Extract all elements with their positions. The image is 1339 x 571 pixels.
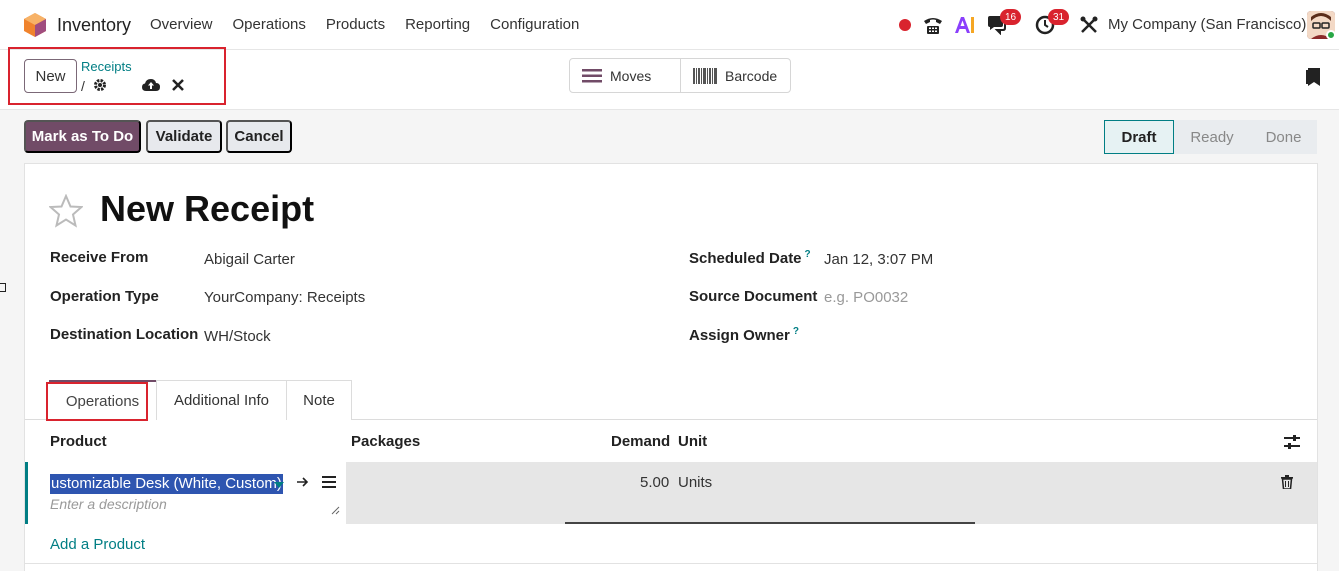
scheduled-date-label: Scheduled Date? (689, 249, 811, 267)
help-tooltip-icon[interactable]: ? (805, 249, 811, 260)
row-separator (25, 563, 1317, 564)
status-bar: Mark as To Do Validate Cancel Draft Read… (24, 120, 1317, 154)
optional-columns-icon[interactable] (1284, 434, 1300, 450)
mark-as-todo-button[interactable]: Mark as To Do (24, 120, 141, 153)
menu-reporting[interactable]: Reporting (405, 16, 470, 33)
destination-location-label: Destination Location (50, 326, 199, 343)
column-header-demand[interactable]: Demand (611, 433, 670, 450)
description-input[interactable]: Enter a description (50, 496, 167, 512)
details-menu-icon[interactable] (322, 476, 336, 488)
receive-from-field[interactable]: Abigail Carter (204, 251, 295, 268)
gear-icon[interactable] (92, 77, 108, 93)
product-input[interactable]: ustomizable Desk (White, Custom) (50, 474, 283, 494)
operation-type-label: Operation Type (50, 288, 159, 305)
menu-overview[interactable]: Overview (150, 16, 213, 33)
chat-icon[interactable]: 16 (986, 9, 1021, 37)
list-icon (582, 68, 602, 82)
breadcrumb-receipts[interactable]: Receipts (81, 59, 132, 74)
app-name[interactable]: Inventory (57, 15, 131, 36)
company-switcher[interactable]: My Company (San Francisco) (1108, 16, 1306, 33)
operation-type-field[interactable]: YourCompany: Receipts (204, 289, 365, 306)
activity-badge: 31 (1048, 9, 1069, 25)
edge-artifact (0, 283, 6, 292)
dropdown-caret-icon[interactable] (274, 482, 284, 488)
resize-handle-icon[interactable] (331, 506, 340, 515)
menu-products[interactable]: Products (326, 16, 385, 33)
inventory-app-icon[interactable] (24, 13, 46, 37)
tab-note[interactable]: Note (286, 380, 352, 420)
cloud-upload-icon[interactable] (142, 77, 160, 93)
view-switcher: Moves Barcode (569, 58, 791, 93)
tab-additional-info[interactable]: Additional Info (156, 380, 287, 420)
new-button[interactable]: New (24, 59, 77, 93)
moves-button[interactable]: Moves (570, 59, 680, 92)
assign-owner-label-text: Assign Owner (689, 327, 790, 344)
tools-icon[interactable] (1078, 13, 1100, 37)
moves-label: Moves (610, 67, 652, 84)
scheduled-date-field[interactable]: Jan 12, 3:07 PM (824, 251, 933, 268)
chat-badge: 16 (1000, 9, 1021, 25)
cancel-button[interactable]: Cancel (226, 120, 292, 153)
receive-from-label: Receive From (50, 249, 149, 266)
record-dot-icon[interactable] (898, 13, 912, 37)
add-product-link[interactable]: Add a Product (50, 536, 145, 553)
demand-cell[interactable]: 5.00 (640, 474, 669, 491)
scheduled-date-label-text: Scheduled Date (689, 250, 802, 267)
stage-done[interactable]: Done (1250, 120, 1317, 154)
column-header-unit[interactable]: Unit (678, 433, 707, 450)
highlight-box-operations-tab (46, 382, 148, 421)
breadcrumb-separator: / (81, 78, 85, 94)
phone-icon[interactable] (922, 13, 944, 37)
column-header-product[interactable]: Product (50, 433, 107, 450)
help-tooltip-icon[interactable]: ? (793, 326, 799, 337)
stage-draft[interactable]: Draft (1104, 120, 1174, 154)
unit-cell[interactable]: Units (678, 474, 712, 491)
top-navbar: Inventory Overview Operations Products R… (0, 0, 1339, 50)
barcode-button[interactable]: Barcode (680, 59, 790, 92)
record-title[interactable]: New Receipt (100, 188, 314, 230)
arrow-right-icon[interactable] (297, 477, 309, 487)
stage-pipeline: Draft Ready Done (1104, 120, 1317, 154)
assign-owner-label: Assign Owner? (689, 326, 799, 344)
online-status-dot (1326, 30, 1336, 40)
trash-icon[interactable] (1281, 475, 1293, 489)
stage-ready[interactable]: Ready (1174, 120, 1250, 154)
ai-icon[interactable] (954, 13, 976, 37)
menu-operations[interactable]: Operations (233, 16, 306, 33)
discard-x-icon[interactable] (170, 77, 186, 93)
main-menu: Overview Operations Products Reporting C… (150, 16, 579, 33)
destination-location-field[interactable]: WH/Stock (204, 328, 271, 345)
cell-underline (565, 522, 975, 524)
menu-configuration[interactable]: Configuration (490, 16, 579, 33)
bookmark-icon[interactable] (1306, 68, 1320, 86)
star-icon[interactable] (49, 194, 83, 228)
validate-button[interactable]: Validate (146, 120, 222, 153)
activity-clock-icon[interactable]: 31 (1034, 9, 1069, 37)
barcode-icon (693, 67, 717, 84)
source-document-field[interactable]: e.g. PO0032 (824, 289, 908, 306)
barcode-label: Barcode (725, 67, 778, 84)
source-document-label: Source Document (689, 288, 818, 305)
column-header-packages[interactable]: Packages (351, 433, 420, 450)
control-panel: New Receipts / Moves Barcode (0, 47, 1339, 110)
